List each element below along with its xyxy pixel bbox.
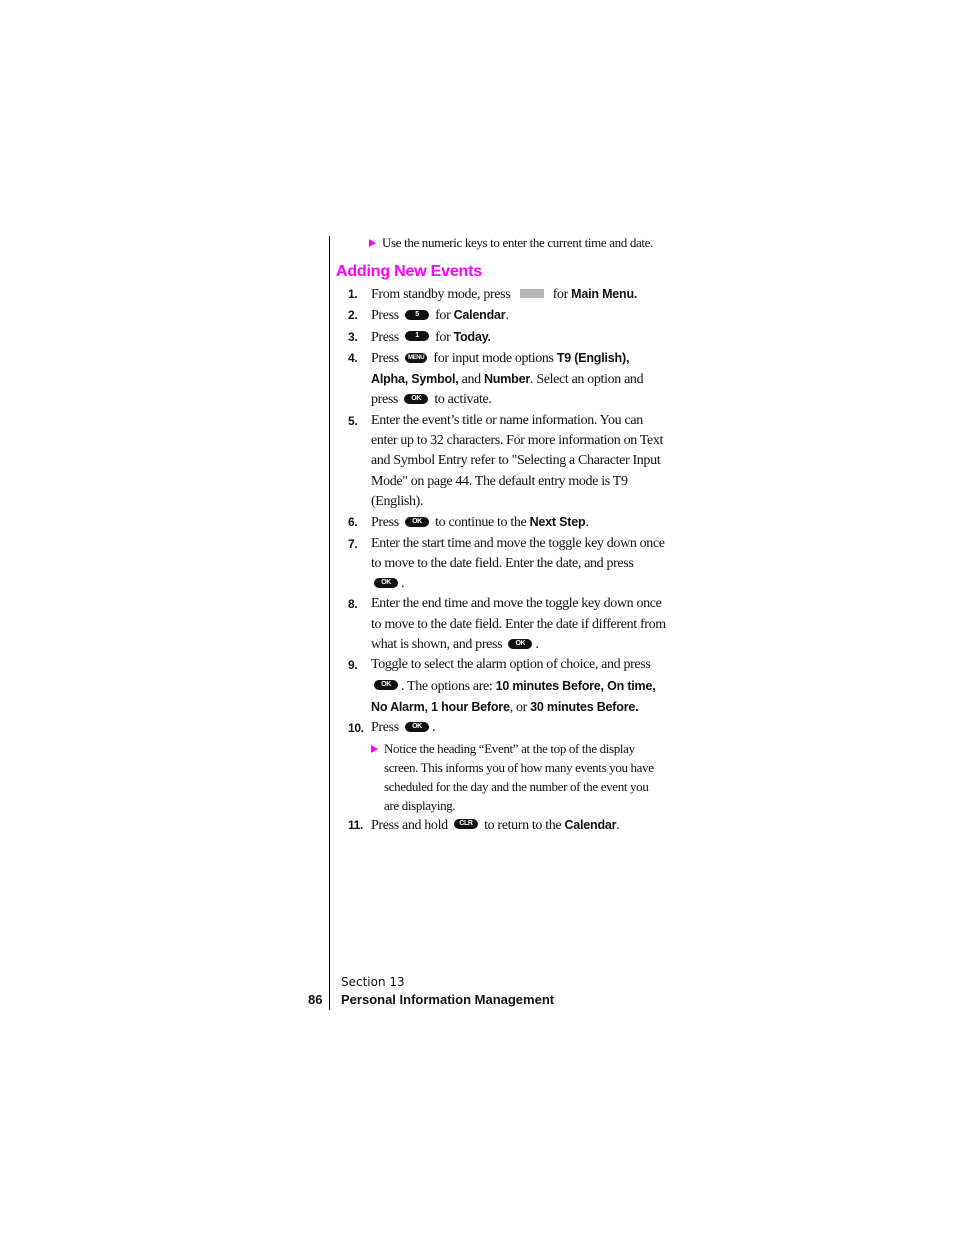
step-6: 6. Press OK to continue to the Next Step… [336, 512, 666, 533]
ok-key-icon: OK [508, 638, 533, 649]
step-text: Press [371, 308, 399, 324]
step-text: . The options are: [401, 678, 493, 694]
step-text: to activate. [434, 392, 492, 408]
step-text: Enter the event’s title or name informat… [371, 412, 664, 509]
step-9: 9. Toggle to select the alarm option of … [336, 655, 666, 718]
step-4: 4. Press MENU for input mode options T9 … [336, 348, 666, 411]
menu-key-icon: MENU [404, 352, 428, 363]
step-11: 11. Press and hold CLR to return to the … [336, 815, 666, 836]
steps-list: 1. From standby mode, press for Main Men… [336, 284, 666, 836]
step-bold: Calendar [453, 308, 506, 323]
step-text: Enter the start time and move the toggle… [371, 535, 665, 571]
step-text: . Select an option and [530, 372, 644, 388]
page-content: Use the numeric keys to enter the curren… [336, 233, 666, 836]
step-number: 5. [348, 413, 358, 428]
ok-key-icon: OK [374, 680, 398, 691]
step-bold: Alpha, Symbol, [371, 372, 459, 387]
step-text: From standby mode, press [371, 287, 511, 302]
step-text: Press and hold [371, 817, 448, 833]
step-text: to return to the [484, 817, 562, 833]
step-text: press [371, 392, 399, 408]
step-bold: Today. [453, 329, 491, 344]
step-bold: Calendar [564, 817, 617, 832]
step-number: 11. [348, 817, 363, 832]
footer-title: Personal Information Management [341, 992, 555, 1007]
step-number: 2. [348, 308, 358, 323]
step-text: Press [371, 515, 399, 531]
step-1: 1. From standby mode, press for Main Men… [336, 284, 666, 305]
step-text: , or [509, 699, 528, 715]
step-7: 7. Enter the start time and move the tog… [336, 534, 666, 595]
step-number: 10. [348, 721, 364, 736]
step-text: Toggle to select the alarm option of cho… [371, 657, 651, 673]
key-1-icon: 1 [404, 331, 429, 342]
step-text: for input mode options [433, 350, 554, 366]
step-3: 3. Press 1 for Today. [336, 327, 666, 348]
step-10-note: Notice the heading “Event” at the top of… [371, 739, 666, 815]
step-bold: T9 (English), [556, 350, 630, 365]
intro-bullet-text: Use the numeric keys to enter the curren… [382, 235, 653, 250]
step-10: 10. Press OK. Notice the heading “Event”… [336, 718, 666, 814]
ok-key-icon: OK [404, 394, 429, 405]
step-text: . [505, 308, 509, 324]
footer-section: Section 13 [341, 975, 405, 989]
step-number: 8. [348, 597, 358, 612]
step-text: and [461, 372, 482, 388]
step-number: 9. [348, 658, 358, 673]
step-bold: Number [483, 372, 531, 387]
step-8: 8. Enter the end time and move the toggl… [336, 594, 666, 655]
step-text: for [435, 308, 451, 324]
step-bold: Main Menu. [571, 287, 638, 301]
step-number: 4. [348, 350, 358, 365]
step-number: 3. [348, 329, 358, 344]
step-text: Press [371, 350, 399, 366]
margin-rule [329, 236, 330, 1010]
step-number: 1. [348, 287, 358, 301]
clr-key-icon: CLR [453, 819, 478, 830]
step-text: for [435, 329, 451, 345]
arrow-bullet-icon [369, 239, 376, 247]
section-heading: Adding New Events [336, 263, 482, 280]
key-5-icon: 5 [404, 310, 429, 321]
step-text: . [616, 817, 620, 833]
step-2: 2. Press 5 for Calendar. [336, 305, 666, 326]
intro-bullet: Use the numeric keys to enter the curren… [336, 233, 666, 253]
step-number: 7. [348, 536, 358, 551]
step-text: . [535, 637, 539, 653]
step-bold: Next Step [529, 515, 586, 530]
step-text: Press [371, 720, 399, 736]
page-number: 86 [308, 992, 323, 1007]
step-number: 6. [348, 515, 358, 530]
step-text: for [552, 287, 569, 302]
step-bold: 30 minutes Before. [530, 699, 639, 714]
ok-key-icon: OK [404, 517, 429, 528]
ok-key-icon: OK [374, 577, 398, 588]
step-text: Press [371, 329, 399, 345]
main-menu-key-icon [519, 289, 544, 299]
step-5: 5. Enter the event’s title or name infor… [336, 411, 666, 512]
note-text: Notice the heading “Event” at the top of… [384, 740, 654, 813]
arrow-bullet-icon [371, 744, 378, 753]
ok-key-icon: OK [404, 722, 429, 733]
step-text: to continue to the [435, 515, 527, 531]
step-text: . [401, 576, 405, 592]
step-text: . [585, 515, 589, 531]
step-text: . [431, 720, 436, 736]
